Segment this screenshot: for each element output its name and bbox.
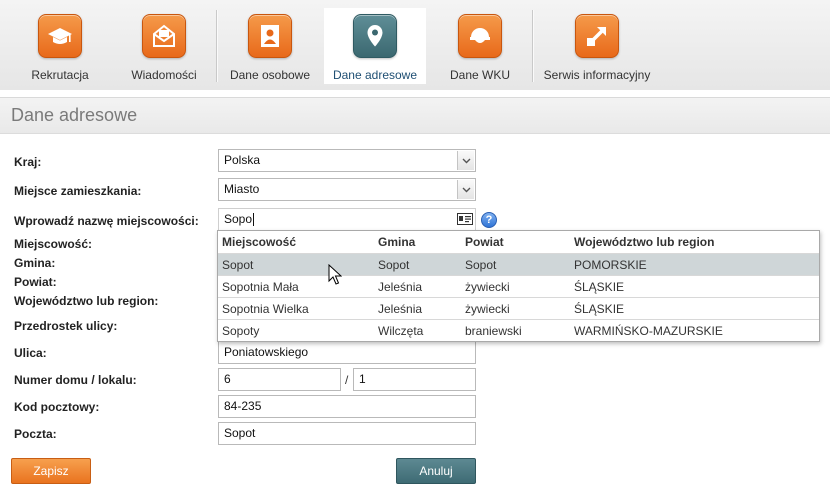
street-label: Ulica: (14, 346, 47, 360)
house-number-input[interactable]: 6 (218, 368, 341, 391)
row-county: braniewski (465, 324, 522, 338)
row-city: Sopot (222, 258, 254, 272)
row-voivodeship: WARMIŃSKO-MAZURSKIE (574, 324, 723, 338)
column-header-city: Miejscowość (222, 235, 297, 249)
column-header-county: Powiat (465, 235, 504, 249)
commune-label: Gmina: (14, 256, 56, 270)
postal-code-label: Kod pocztowy: (14, 400, 100, 414)
residence-label: Miejsce zamieszkania: (14, 184, 142, 198)
county-label: Powiat: (14, 275, 57, 289)
person-card-icon (248, 14, 292, 58)
nav-item-dane-osobowe[interactable]: Dane osobowe (224, 8, 316, 84)
country-select[interactable]: Polska (218, 149, 476, 172)
postal-code-value: 84-235 (224, 399, 262, 413)
nav-item-wiadomosci[interactable]: Wiadomości (124, 8, 204, 84)
nav-item-dane-adresowe[interactable]: Dane adresowe (324, 8, 426, 84)
row-commune: Sopot (378, 258, 410, 272)
map-pin-icon (353, 14, 397, 58)
street-value: Poniatowskiego (224, 345, 309, 359)
flat-number-input[interactable]: 1 (353, 368, 476, 391)
row-county: żywiecki (465, 280, 510, 294)
nav-separator (216, 10, 217, 82)
text-caret (253, 213, 255, 227)
house-number-label: Numer domu / lokalu: (14, 373, 137, 387)
nav-label: Dane adresowe (332, 68, 418, 82)
mouse-pointer-icon (328, 264, 342, 285)
save-button[interactable]: Zapisz (11, 458, 91, 484)
column-header-voivodeship: Województwo lub region (574, 235, 715, 249)
city-autocomplete-dropdown: Miejscowość Gmina Powiat Województwo lub… (217, 230, 820, 342)
street-input[interactable]: Poniatowskiego (218, 341, 476, 364)
row-voivodeship: ŚLĄSKIE (574, 302, 625, 316)
autocomplete-row-sopotnia-mala[interactable]: Sopotnia Mała Jeleśnia żywiecki ŚLĄSKIE (218, 275, 819, 297)
post-office-label: Poczta: (14, 427, 57, 441)
row-voivodeship: POMORSKIE (574, 258, 647, 272)
row-commune: Wilczęta (378, 324, 424, 338)
help-icon[interactable]: ? (481, 212, 497, 228)
helmet-icon (458, 14, 502, 58)
chevron-down-icon[interactable] (457, 151, 474, 170)
row-city: Sopotnia Wielka (222, 302, 309, 316)
arrow-out-icon (575, 14, 619, 58)
house-number-separator: / (345, 373, 349, 387)
envelope-icon (142, 14, 186, 58)
autocomplete-row-sopot[interactable]: Sopot Sopot Sopot POMORSKIE (218, 253, 819, 275)
nav-item-serwis-informacyjny[interactable]: Serwis informacyjny (540, 8, 654, 84)
postal-code-input[interactable]: 84-235 (218, 395, 476, 418)
row-city: Sopotnia Mała (222, 280, 299, 294)
residence-value: Miasto (224, 182, 260, 196)
top-navigation: Rekrutacja Wiadomości Dane osobowe Dane … (0, 0, 830, 90)
house-number-value: 6 (224, 372, 231, 386)
country-value: Polska (224, 153, 261, 167)
graduation-cap-icon (38, 14, 82, 58)
nav-label: Dane WKU (449, 68, 511, 82)
column-header-commune: Gmina (378, 235, 416, 249)
city-search-value: Sopo (224, 212, 253, 226)
cancel-button[interactable]: Anuluj (396, 458, 476, 484)
residence-select[interactable]: Miasto (218, 178, 476, 201)
post-office-input[interactable]: Sopot (218, 422, 476, 445)
city-label: Miejscowość: (14, 237, 93, 251)
nav-label: Dane osobowe (229, 68, 311, 82)
street-prefix-label: Przedrostek ulicy: (14, 319, 118, 333)
city-search-label: Wprowadź nazwę miejscowości: (14, 214, 199, 228)
autocomplete-row-sopotnia-wielka[interactable]: Sopotnia Wielka Jeleśnia żywiecki ŚLĄSKI… (218, 297, 819, 319)
page-title: Dane adresowe (11, 105, 138, 125)
row-county: Sopot (465, 258, 497, 272)
nav-label: Rekrutacja (31, 68, 89, 82)
post-office-value: Sopot (224, 426, 256, 440)
nav-item-rekrutacja[interactable]: Rekrutacja (18, 8, 102, 84)
row-city: Sopoty (222, 324, 260, 338)
country-label: Kraj: (14, 155, 42, 169)
autocomplete-row-sopoty[interactable]: Sopoty Wilczęta braniewski WARMIŃSKO-MAZ… (218, 319, 819, 341)
row-county: żywiecki (465, 302, 510, 316)
voivodeship-label: Województwo lub region: (14, 294, 159, 308)
nav-label: Serwis informacyjny (543, 68, 651, 82)
autocomplete-header-row: Miejscowość Gmina Powiat Województwo lub… (218, 231, 819, 253)
section-header: Dane adresowe (0, 97, 830, 134)
nav-label: Wiadomości (131, 68, 197, 82)
row-voivodeship: ŚLĄSKIE (574, 280, 625, 294)
row-commune: Jeleśnia (378, 280, 423, 294)
flat-number-value: 1 (359, 372, 366, 386)
nav-separator (532, 10, 533, 82)
city-search-input[interactable]: Sopo (218, 208, 476, 231)
nav-item-dane-wku[interactable]: Dane WKU (440, 8, 520, 84)
row-commune: Jeleśnia (378, 302, 423, 316)
chevron-down-icon[interactable] (457, 180, 474, 199)
address-card-icon[interactable] (457, 213, 473, 225)
